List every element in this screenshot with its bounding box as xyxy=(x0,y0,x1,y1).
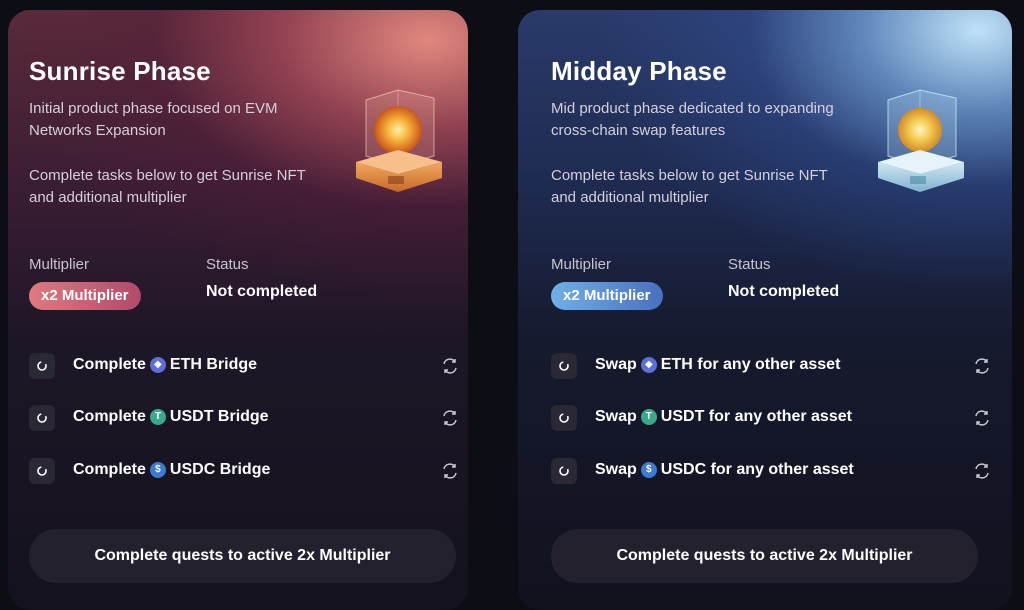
card-title: Midday Phase xyxy=(551,56,727,86)
task-suffix: USDC Bridge xyxy=(169,461,271,478)
task-label: Complete T USDT Bridge xyxy=(73,408,269,426)
refresh-icon[interactable] xyxy=(441,462,459,480)
task-suffix: USDC for any other asset xyxy=(660,461,854,478)
task-prefix: Swap xyxy=(595,408,637,425)
ethereum-icon: ◆ xyxy=(149,357,166,373)
multiplier-badge: x2 Multiplier xyxy=(551,282,663,310)
task-row: Swap T USDT for any other asset xyxy=(551,405,991,431)
status-label: Status xyxy=(206,256,249,273)
card-instruction: Complete tasks below to get Sunrise NFT … xyxy=(29,167,306,206)
refresh-icon[interactable] xyxy=(441,409,459,427)
card-title: Sunrise Phase xyxy=(29,56,211,86)
tether-icon: T xyxy=(640,409,657,425)
task-prefix: Swap xyxy=(595,461,637,478)
sun-cube-nft-icon xyxy=(878,89,964,192)
refresh-icon[interactable] xyxy=(973,462,991,480)
task-suffix: USDT Bridge xyxy=(169,408,269,425)
card-instruction: Complete tasks below to get Sunrise NFT … xyxy=(551,167,828,206)
loading-circle-icon xyxy=(29,405,55,431)
loading-circle-icon xyxy=(29,458,55,484)
activate-multiplier-button[interactable]: Complete quests to active 2x Multiplier xyxy=(551,529,978,583)
task-suffix: USDT for any other asset xyxy=(660,408,852,425)
task-row: Swap $ USDC for any other asset xyxy=(551,458,991,484)
sunrise-phase-card: Sunrise Phase Initial product phase focu… xyxy=(8,10,468,610)
task-suffix: ETH for any other asset xyxy=(660,356,841,373)
usdc-icon: $ xyxy=(149,462,166,478)
task-row: Complete ◆ ETH Bridge xyxy=(29,353,459,379)
task-label: Swap ◆ ETH for any other asset xyxy=(595,356,840,374)
refresh-icon[interactable] xyxy=(441,357,459,375)
card-description: Initial product phase focused on EVM Net… xyxy=(29,100,278,139)
refresh-icon[interactable] xyxy=(973,409,991,427)
tether-icon: T xyxy=(149,409,166,425)
loading-circle-icon xyxy=(551,405,577,431)
loading-circle-icon xyxy=(29,353,55,379)
midday-phase-card: Midday Phase Mid product phase dedicated… xyxy=(518,10,1012,610)
sun-cube-nft-icon xyxy=(356,89,442,192)
status-value: Not completed xyxy=(728,283,840,300)
task-row: Complete $ USDC Bridge xyxy=(29,458,459,484)
multiplier-label: Multiplier xyxy=(29,256,90,273)
multiplier-badge: x2 Multiplier xyxy=(29,282,141,310)
task-prefix: Swap xyxy=(595,356,637,373)
status-label: Status xyxy=(728,256,771,273)
loading-circle-icon xyxy=(551,353,577,379)
task-label: Swap T USDT for any other asset xyxy=(595,408,852,426)
task-prefix: Complete xyxy=(73,461,146,478)
status-value: Not completed xyxy=(206,283,318,300)
task-prefix: Complete xyxy=(73,408,146,425)
task-row: Complete T USDT Bridge xyxy=(29,405,459,431)
task-suffix: ETH Bridge xyxy=(169,356,258,373)
ethereum-icon: ◆ xyxy=(640,357,657,373)
task-row: Swap ◆ ETH for any other asset xyxy=(551,353,991,379)
task-label: Complete ◆ ETH Bridge xyxy=(73,356,257,374)
usdc-icon: $ xyxy=(640,462,657,478)
task-label: Swap $ USDC for any other asset xyxy=(595,461,854,479)
card-description: Mid product phase dedicated to expanding… xyxy=(551,100,834,139)
activate-multiplier-button[interactable]: Complete quests to active 2x Multiplier xyxy=(29,529,456,583)
multiplier-label: Multiplier xyxy=(551,256,612,273)
refresh-icon[interactable] xyxy=(973,357,991,375)
task-prefix: Complete xyxy=(73,356,146,373)
loading-circle-icon xyxy=(551,458,577,484)
task-label: Complete $ USDC Bridge xyxy=(73,461,270,479)
